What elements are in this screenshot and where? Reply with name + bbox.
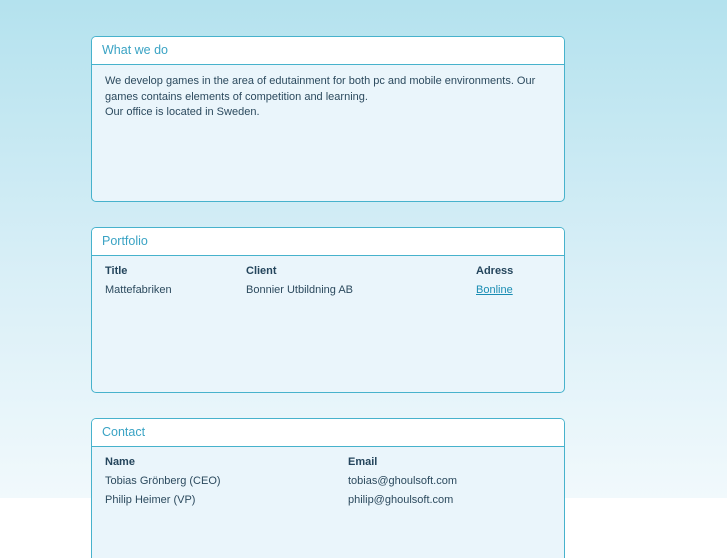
contact-header-row: Name Email [105,453,552,472]
contact-panel-title: Contact [92,419,564,447]
portfolio-col-title: Title [105,265,128,277]
contact-table: Name Email Tobias Grönberg (CEO) tobias@… [92,447,564,510]
contact-panel: Contact Name Email Tobias Grönberg (CEO)… [91,418,565,558]
table-row: Mattefabriken Bonnier Utbildning AB Bonl… [105,281,552,300]
contact-cell-name: Philip Heimer (VP) [105,494,196,506]
table-row: Philip Heimer (VP) philip@ghoulsoft.com [105,491,552,510]
portfolio-table: Title Client Adress Mattefabriken Bonnie… [92,256,564,300]
portfolio-panel: Portfolio Title Client Adress Mattefabri… [91,227,565,393]
portfolio-cell-title: Mattefabriken [105,284,172,296]
about-panel: What we do We develop games in the area … [91,36,565,202]
about-panel-title: What we do [92,37,564,65]
about-text-line: Our office is located in Sweden. [105,106,260,118]
contact-col-name: Name [105,456,135,468]
about-text-line: games contains elements of competition a… [105,90,368,103]
table-row: Tobias Grönberg (CEO) tobias@ghoulsoft.c… [105,472,552,491]
contact-cell-email: philip@ghoulsoft.com [348,494,454,506]
about-text-line: We develop games in the area of edutainm… [105,75,536,87]
contact-cell-email: tobias@ghoulsoft.com [348,475,458,487]
portfolio-header-row: Title Client Adress [105,262,552,281]
portfolio-col-adress: Adress [476,265,514,277]
portfolio-col-client: Client [246,265,277,277]
contact-col-email: Email [348,456,378,468]
portfolio-cell-client: Bonnier Utbildning AB [246,284,354,296]
about-panel-body: We develop games in the area of edutainm… [92,65,564,121]
portfolio-adress-link[interactable]: Bonline [476,281,513,300]
portfolio-panel-title: Portfolio [92,228,564,256]
contact-cell-name: Tobias Grönberg (CEO) [105,475,221,487]
